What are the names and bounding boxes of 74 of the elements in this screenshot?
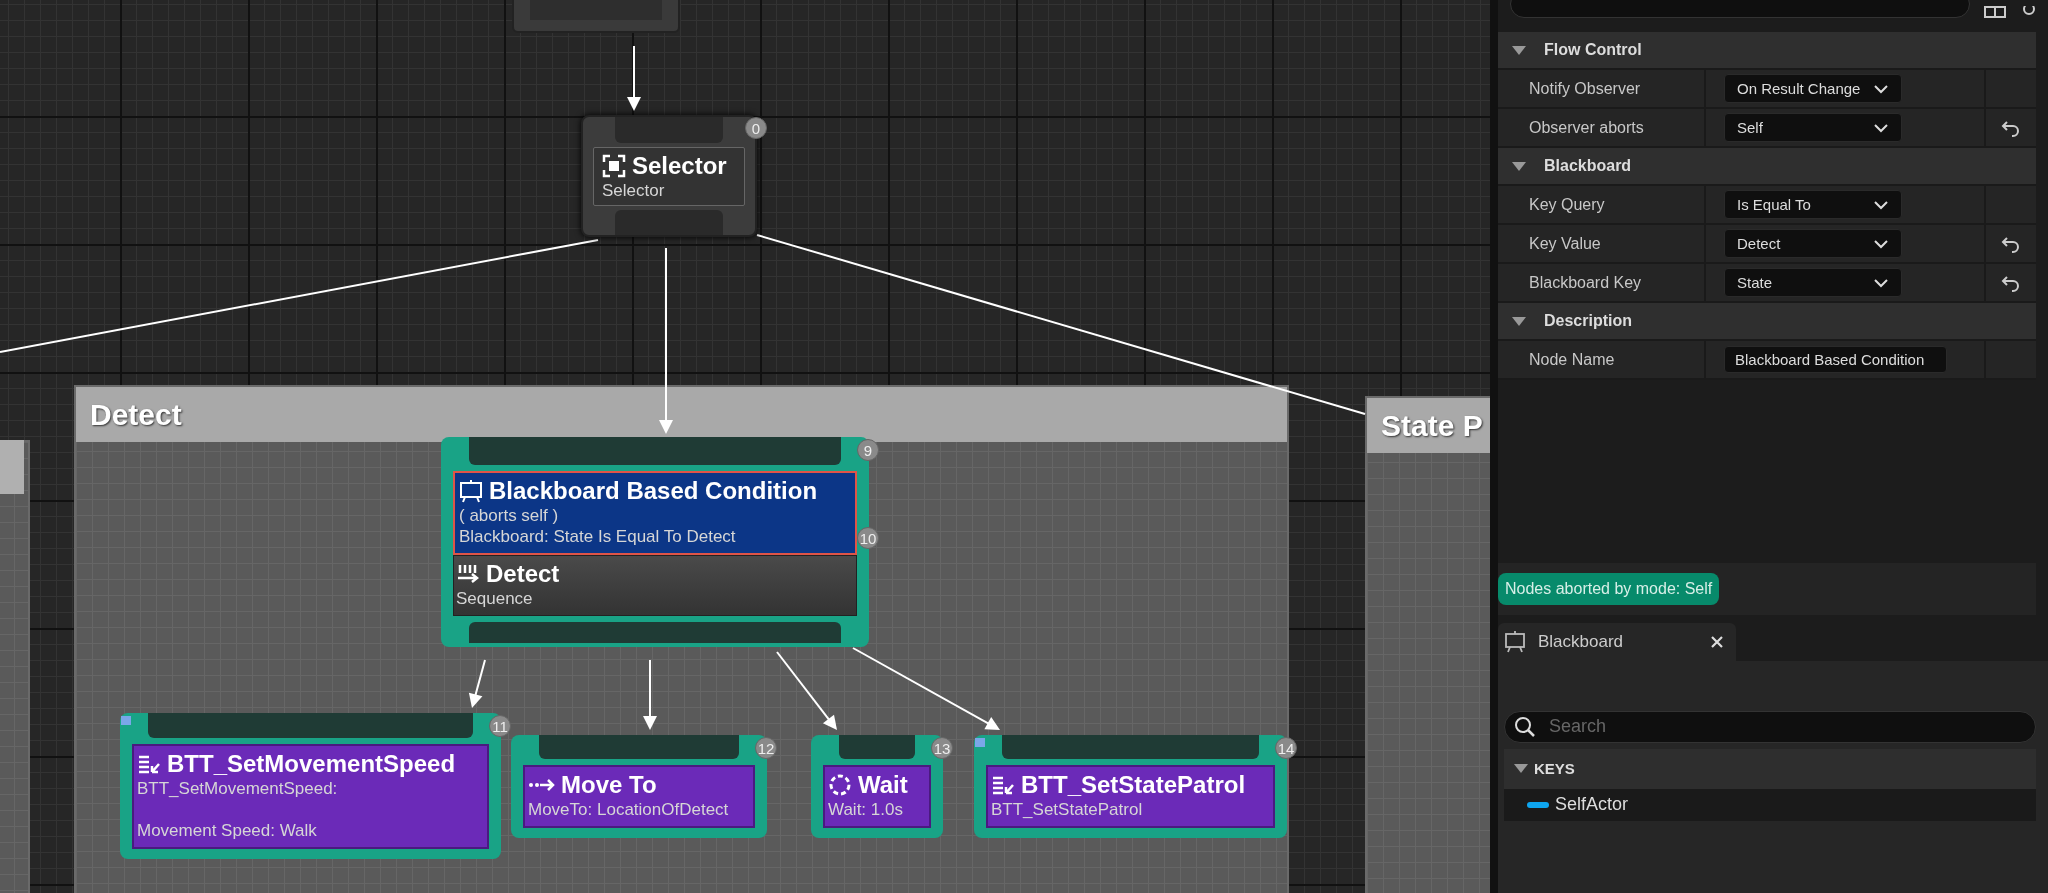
decorator-description: ( aborts self ) Blackboard: State Is Equal To Detect [459,505,737,547]
reset-arrow-icon[interactable] [2001,118,2021,137]
task-icon [137,753,161,775]
comment-title: Detect [90,397,182,433]
chevron-down-icon [1873,83,1889,94]
pin-slot[interactable] [615,117,723,143]
section-header: KEYS [1534,760,1575,777]
panel-tab[interactable]: Blackboard [1498,622,1736,661]
chevron-down-icon [1873,277,1889,288]
pin-slot[interactable] [469,437,841,465]
expander-arrow-icon[interactable] [1514,764,1528,773]
connection-arrow [468,659,486,708]
node-title: Selector [632,151,727,180]
reset-arrow-icon[interactable] [2001,273,2021,292]
dropdown[interactable]: Is Equal To [1724,190,1902,219]
expander-arrow-icon[interactable] [1512,316,1526,326]
task-icon [991,774,1015,796]
dropdown[interactable]: Detect [1724,229,1902,258]
node-description: BTT_SetMovementSpeed: Movement Speed: Walk [137,778,339,841]
decorator-block[interactable]: Blackboard Based Condition ( aborts self ) Blackboard: State Is Equal To Detect [453,471,857,555]
pin-slot[interactable] [1002,735,1259,759]
expander-arrow-icon[interactable] [1512,161,1526,171]
chevron-down-icon [1873,238,1889,249]
decorator-title: Blackboard Based Condition [489,477,818,505]
key-name[interactable]: SelfActor [1555,794,1629,815]
node-subtitle: Selector [602,179,666,201]
dropdown[interactable]: On Result Change [1724,74,1902,103]
easel-icon [1504,630,1526,653]
chevron-down-icon [1873,122,1889,133]
dropdown[interactable]: Self [1724,113,1902,142]
section-header: Blackboard [1544,157,1632,175]
graph-node[interactable] [512,0,680,33]
pin-slot[interactable] [148,713,473,738]
property-label: Key Value [1529,234,1601,253]
connection-arrow [643,659,657,730]
node-title: Detect [486,560,560,588]
connection-arrow [627,45,641,111]
section-header: Flow Control [1544,41,1642,59]
index-badge: 0 [745,117,767,139]
comment-header [0,440,24,494]
comment-title: State P [1381,408,1483,444]
text-field[interactable]: Blackboard Based Condition [1724,346,1947,373]
property-label: Key Query [1529,195,1605,214]
grid-icon [1984,6,2006,18]
dropdown[interactable]: State [1724,268,1902,297]
node-description: BTT_SetStatePatrol [991,799,1144,820]
node-title: BTT_SetMovementSpeed [167,750,456,778]
node-subtitle: Sequence [456,588,534,609]
search-field[interactable]: Search [1504,710,2036,743]
selector-icon [602,153,626,178]
settings-icon [2020,6,2038,18]
node-description: Wait: 1.0s [828,799,904,820]
property-label: Blackboard Key [1529,273,1642,292]
node-description: MoveTo: LocationOfDetect [528,799,730,820]
reset-arrow-icon[interactable] [2001,234,2021,253]
node-title: Move To [561,771,657,799]
expander-arrow-icon[interactable] [1512,45,1526,55]
property-label: Notify Observer [1529,79,1641,98]
pin-slot[interactable] [539,735,739,759]
sequence-icon [456,563,480,585]
property-label: Node Name [1529,350,1615,369]
property-label: Observer aborts [1529,118,1644,137]
search-icon [1514,715,1536,738]
node-title: BTT_SetStatePatrol [1021,771,1246,799]
section-header: Description [1544,312,1632,330]
pin-slot[interactable] [615,209,723,235]
pin-slot[interactable] [469,622,841,643]
notice-badge: Nodes aborted by mode: Self [1498,572,1720,605]
easel-icon [459,479,483,503]
dotted-circle-icon [828,773,852,797]
node-title: Wait [858,771,908,799]
pin-slot[interactable] [839,735,915,759]
close-icon [1710,634,1724,649]
chevron-down-icon [1873,199,1889,210]
